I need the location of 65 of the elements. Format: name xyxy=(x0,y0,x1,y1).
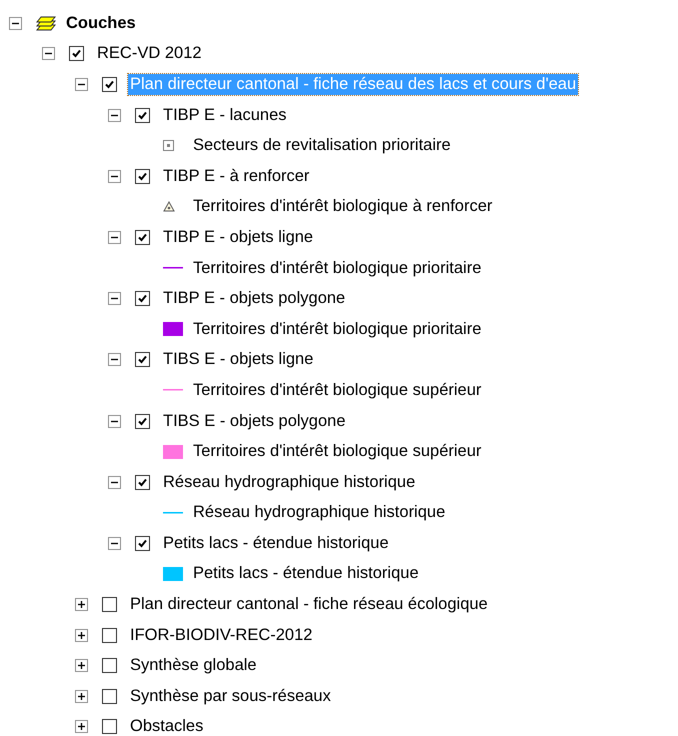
layer-label[interactable]: Synthèse globale xyxy=(128,655,259,676)
checkmark-icon xyxy=(137,232,148,243)
checkmark-icon xyxy=(137,354,148,366)
collapse-icon[interactable] xyxy=(108,414,121,428)
layer-label[interactable]: Petits lacs - étendue historique xyxy=(161,532,391,554)
checkmark-icon xyxy=(137,170,148,182)
checkmark-icon xyxy=(71,48,82,60)
collapse-icon[interactable] xyxy=(42,47,55,60)
layer-label[interactable]: Réseau hydrographique historique xyxy=(161,472,418,493)
collapse-icon[interactable] xyxy=(75,78,88,91)
layer-checkbox[interactable] xyxy=(69,46,84,62)
layer-label[interactable]: REC-VD 2012 xyxy=(95,43,204,64)
checkmark-icon xyxy=(104,78,115,90)
collapse-icon[interactable] xyxy=(108,170,121,183)
layer-label[interactable]: TIBS E - objets polygone xyxy=(161,410,348,432)
legend-label: Petits lacs - étendue historique xyxy=(192,563,420,584)
expand-icon[interactable] xyxy=(75,659,88,672)
legend-label: Territoires d'intérêt biologique à renforcer xyxy=(192,196,494,218)
legend-label: Secteurs de revitalisation prioritaire xyxy=(192,135,452,156)
layer-checkbox[interactable] xyxy=(102,688,117,704)
collapse-icon[interactable] xyxy=(108,476,121,489)
layer-label[interactable]: TIBP E - à renforcer xyxy=(161,166,312,187)
collapse-icon[interactable] xyxy=(108,353,121,366)
layer-label[interactable]: IFOR-BIODIV-REC-2012 xyxy=(128,624,314,646)
checkmark-icon xyxy=(137,538,148,549)
layer-checkbox[interactable] xyxy=(135,536,150,551)
checkmark-icon xyxy=(137,293,148,304)
layer-checkbox[interactable] xyxy=(102,658,117,674)
expand-icon[interactable] xyxy=(75,720,88,734)
layer-label[interactable]: TIBS E - objets ligne xyxy=(161,349,316,370)
layer-label[interactable]: Plan directeur cantonal - fiche réseau écologique xyxy=(128,594,490,616)
collapse-icon[interactable] xyxy=(108,108,121,122)
layer-checkbox[interactable] xyxy=(135,414,150,429)
layer-checkbox[interactable] xyxy=(135,352,150,368)
layer-checkbox[interactable] xyxy=(102,76,117,92)
layers-icon xyxy=(36,14,56,32)
checkmark-icon xyxy=(137,110,148,121)
layer-checkbox[interactable] xyxy=(135,168,150,184)
layer-label[interactable]: Synthèse par sous-réseaux xyxy=(128,686,333,707)
legend-label: Territoires d'intérêt biologique prioritaire xyxy=(192,318,482,340)
layer-checkbox[interactable] xyxy=(102,719,117,734)
layer-checkbox[interactable] xyxy=(135,108,150,123)
expand-icon[interactable] xyxy=(75,690,88,703)
layer-checkbox[interactable] xyxy=(102,597,117,612)
legend-label: Territoires d'intérêt biologique prioritaire xyxy=(192,258,482,279)
layer-checkbox[interactable] xyxy=(135,474,150,490)
layer-label[interactable]: Obstacles xyxy=(128,716,206,736)
legend-label: Territoires d'intérêt biologique supérieur xyxy=(192,441,482,462)
expand-icon[interactable] xyxy=(75,628,88,642)
layer-checkbox[interactable] xyxy=(135,230,150,245)
checkmark-icon xyxy=(137,476,148,488)
layer-label[interactable]: TIBP E - objets ligne xyxy=(161,226,316,248)
layer-label[interactable]: TIBP E - objets polygone xyxy=(161,288,348,310)
layer-checkbox[interactable] xyxy=(135,291,150,306)
legend-label: Réseau hydrographique historique xyxy=(192,502,446,524)
layer-checkbox[interactable] xyxy=(102,628,117,643)
layers-title: Couches xyxy=(65,12,137,34)
expand-icon[interactable] xyxy=(75,598,88,612)
checkmark-icon xyxy=(137,416,148,427)
layer-label[interactable]: TIBP E - lacunes xyxy=(161,104,289,126)
collapse-icon[interactable] xyxy=(9,16,22,30)
collapse-icon[interactable] xyxy=(108,230,121,244)
collapse-icon[interactable] xyxy=(108,292,121,306)
collapse-icon[interactable] xyxy=(108,536,121,550)
legend-label: Territoires d'intérêt biologique supérieur xyxy=(192,380,482,401)
